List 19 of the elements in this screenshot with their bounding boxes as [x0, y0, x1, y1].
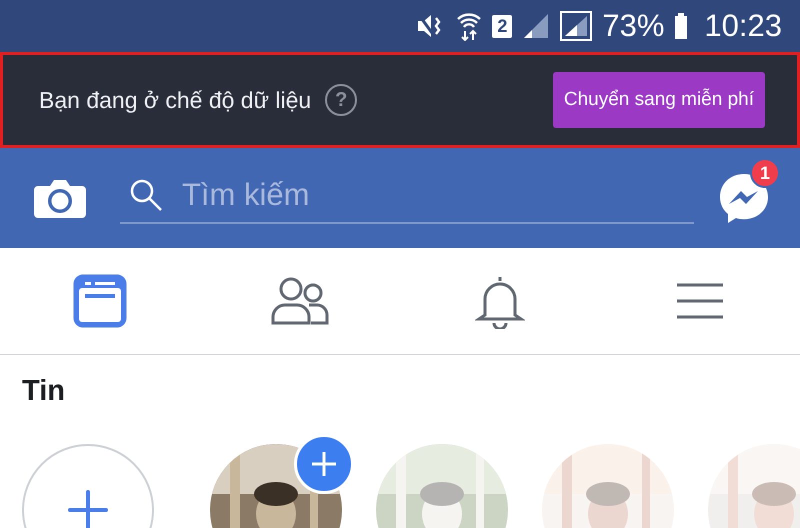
- menu-icon: [675, 281, 725, 321]
- plus-icon: [68, 490, 108, 528]
- data-mode-message: Bạn đang ở chế độ dữ liệu: [39, 86, 312, 114]
- switch-to-free-button[interactable]: Chuyển sang miễn phí: [552, 72, 765, 128]
- signal-icon: [522, 12, 550, 40]
- battery-percentage: 73%: [602, 8, 664, 44]
- clock: 10:23: [704, 8, 782, 44]
- search-field[interactable]: Tìm kiếm: [180, 176, 584, 214]
- plus-icon: [311, 451, 337, 477]
- signal-icon: [560, 11, 592, 41]
- search-icon: [128, 177, 164, 213]
- battery-icon: [674, 12, 688, 40]
- stories-heading: Tin: [22, 375, 66, 408]
- help-button[interactable]: ?: [325, 84, 358, 116]
- wifi-icon: [456, 11, 482, 41]
- notification-badge: 1: [750, 158, 780, 188]
- friends-icon: [271, 275, 329, 327]
- sim-indicator: 2: [492, 14, 512, 38]
- news-feed-icon: [73, 274, 127, 328]
